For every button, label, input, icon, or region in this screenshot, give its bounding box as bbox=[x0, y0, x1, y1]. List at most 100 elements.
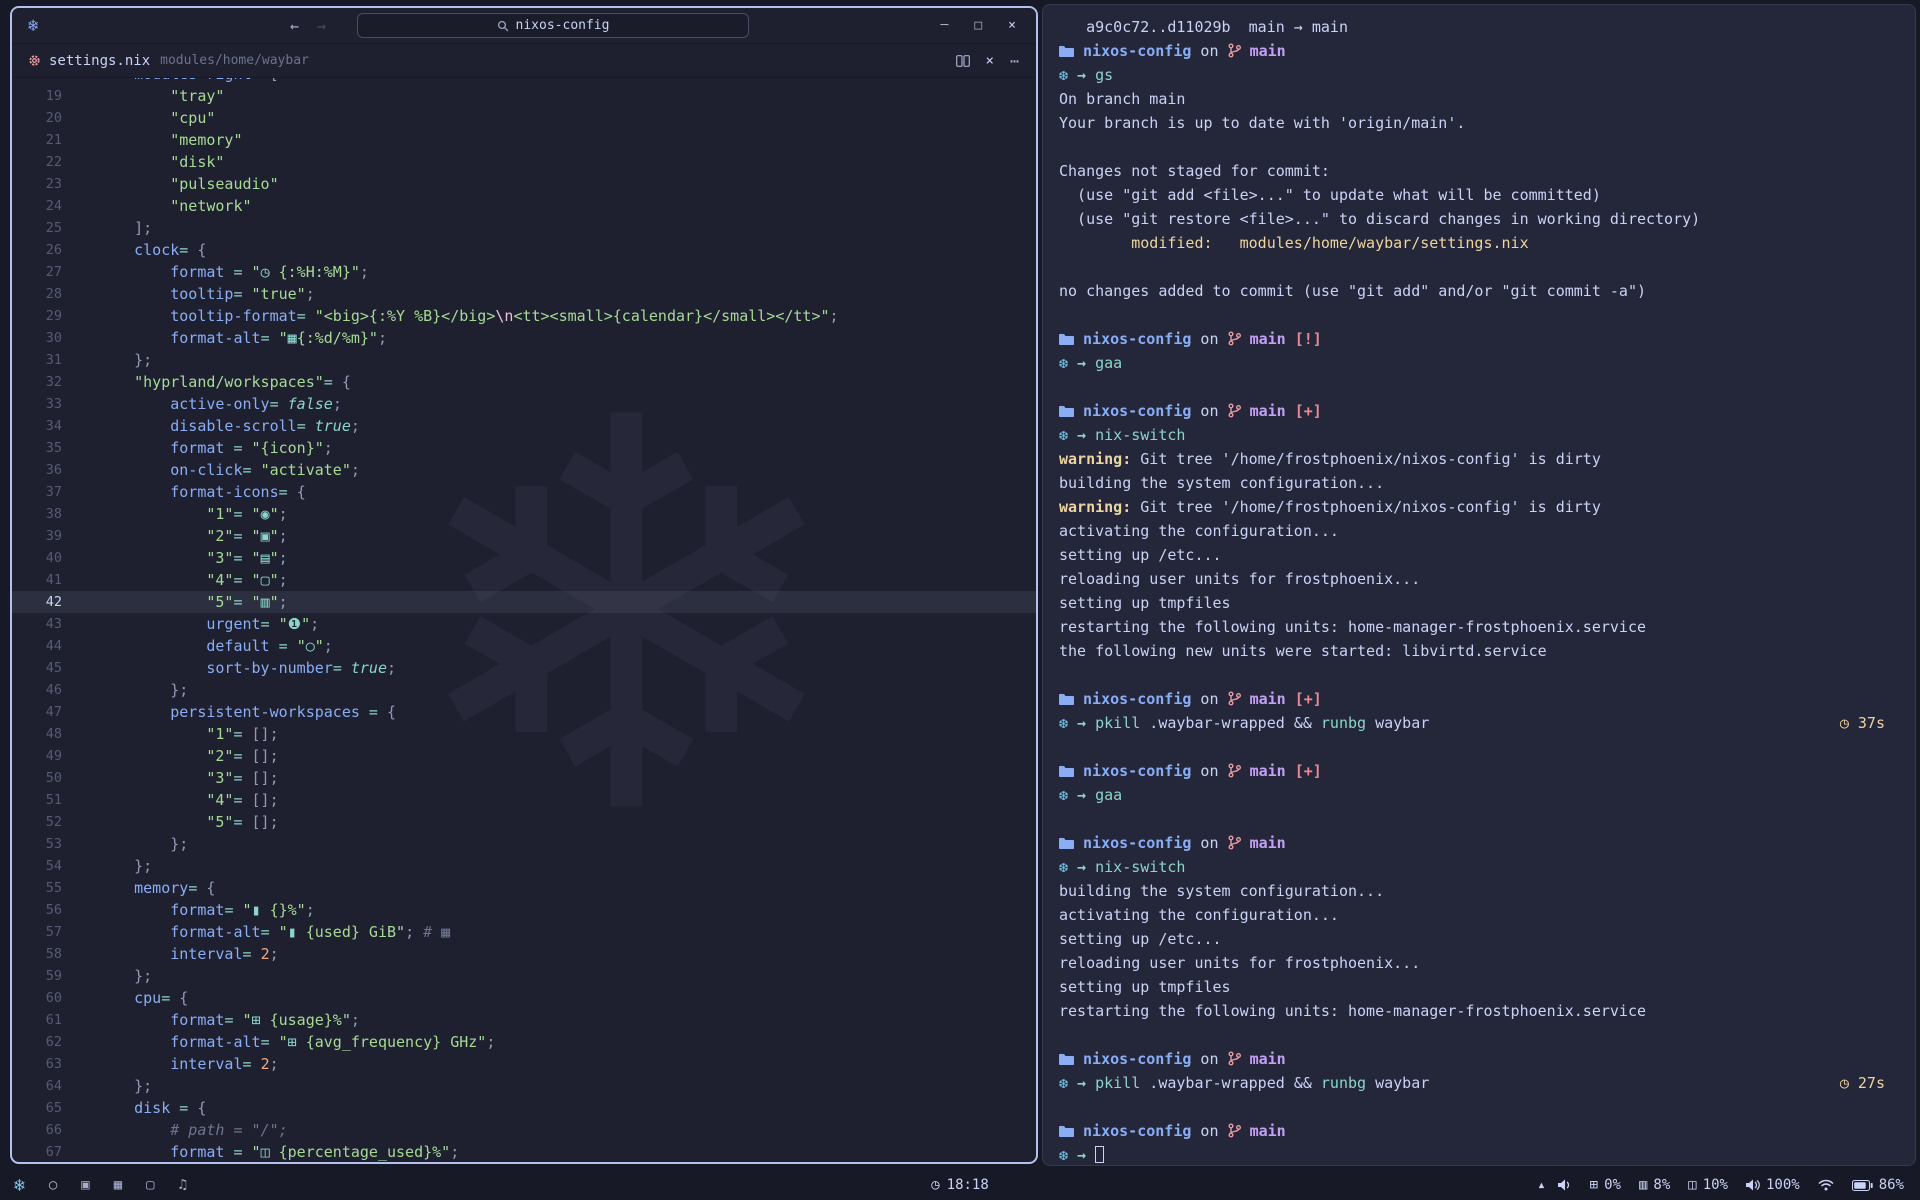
code-line[interactable]: 27 format = "◷ {:%H:%M}"; bbox=[12, 261, 1036, 283]
code-line[interactable]: 30 format-alt= "▦{:%d/%m}"; bbox=[12, 327, 1036, 349]
line-number: 40 bbox=[12, 547, 62, 569]
line-number: 29 bbox=[12, 305, 62, 327]
minimize-button[interactable]: ─ bbox=[941, 18, 949, 33]
code-line[interactable]: 56 format= "▮ {}%"; bbox=[12, 899, 1036, 921]
media-icon[interactable]: ♫ bbox=[179, 1177, 187, 1193]
code-line[interactable]: 22 "disk" bbox=[12, 151, 1036, 173]
code-line[interactable]: 18 modules-right= [ bbox=[12, 78, 1036, 85]
waybar-module-cpu[interactable]: ⊞ 0% bbox=[1590, 1177, 1621, 1193]
code-line[interactable]: 34 disable-scroll= true; bbox=[12, 415, 1036, 437]
project-search-box[interactable]: nixos-config bbox=[357, 13, 749, 38]
code-line[interactable]: 43 urgent= "❶"; bbox=[12, 613, 1036, 635]
line-number: 55 bbox=[12, 877, 62, 899]
terminal-line: setting up tmpfiles bbox=[1043, 975, 1915, 999]
code-line[interactable]: 60 cpu= { bbox=[12, 987, 1036, 1009]
code-editor[interactable]: ❄ 18 modules-right= [19 "tray"20 "cpu"21… bbox=[12, 78, 1036, 1162]
tray-volume-icon[interactable] bbox=[1558, 1179, 1572, 1191]
code-line[interactable]: 49 "2"= []; bbox=[12, 745, 1036, 767]
code-line[interactable]: 47 persistent-workspaces = { bbox=[12, 701, 1036, 723]
terminal-line: ❆ → gs bbox=[1043, 63, 1915, 87]
code-line[interactable]: 53 }; bbox=[12, 833, 1036, 855]
nav-back-button[interactable]: ← bbox=[290, 17, 299, 35]
clock-time: 18:18 bbox=[947, 1177, 989, 1193]
screenshot-icon[interactable]: ▦ bbox=[114, 1177, 122, 1193]
waybar-module-volume[interactable]: 100% bbox=[1746, 1177, 1800, 1193]
code-line[interactable]: 63 interval= 2; bbox=[12, 1053, 1036, 1075]
folder-icon bbox=[1059, 1047, 1074, 1071]
terminal-line: restarting the following units: home-man… bbox=[1043, 999, 1915, 1023]
code-line[interactable]: 61 format= "⊞ {usage}%"; bbox=[12, 1009, 1036, 1031]
code-line[interactable]: 45 sort-by-number= true; bbox=[12, 657, 1036, 679]
code-line[interactable]: 29 tooltip-format= "<big>{:%Y %B}</big>\… bbox=[12, 305, 1036, 327]
code-line[interactable]: 19 "tray" bbox=[12, 85, 1036, 107]
branch-icon bbox=[1228, 831, 1241, 855]
code-line[interactable]: 40 "3"= "▤"; bbox=[12, 547, 1036, 569]
tray-expand-icon[interactable]: ▴ bbox=[1537, 1177, 1545, 1193]
code-line[interactable]: 24 "network" bbox=[12, 195, 1036, 217]
split-pane-icon[interactable] bbox=[956, 55, 970, 67]
terminal-line: nixos-config on main bbox=[1043, 1119, 1915, 1143]
terminal-launcher-icon[interactable]: ▣ bbox=[81, 1177, 89, 1193]
code-line[interactable]: 33 active-only= false; bbox=[12, 393, 1036, 415]
waybar-module-disk[interactable]: ◫ 10% bbox=[1688, 1177, 1728, 1193]
close-window-button[interactable]: × bbox=[1008, 18, 1016, 33]
power-icon[interactable]: ○ bbox=[49, 1177, 57, 1193]
code-line[interactable]: 20 "cpu" bbox=[12, 107, 1036, 129]
code-line[interactable]: 36 on-click= "activate"; bbox=[12, 459, 1036, 481]
code-line[interactable]: 46 }; bbox=[12, 679, 1036, 701]
code-line[interactable]: 65 disk = { bbox=[12, 1097, 1036, 1119]
code-line[interactable]: 62 format-alt= "⊞ {avg_frequency} GHz"; bbox=[12, 1031, 1036, 1053]
terminal-line: Your branch is up to date with 'origin/m… bbox=[1043, 111, 1915, 135]
terminal-line bbox=[1043, 735, 1915, 759]
maximize-button[interactable]: □ bbox=[974, 18, 982, 33]
code-line[interactable]: 58 interval= 2; bbox=[12, 943, 1036, 965]
code-line[interactable]: 64 }; bbox=[12, 1075, 1036, 1097]
code-line[interactable]: 42 "5"= "▥"; bbox=[12, 591, 1036, 613]
waybar-module-memory[interactable]: ▥ 8% bbox=[1639, 1177, 1670, 1193]
code-line[interactable]: 38 "1"= "◉"; bbox=[12, 503, 1036, 525]
tab-close-icon[interactable]: × bbox=[986, 53, 994, 69]
waybar-clock-module[interactable]: ◷ 18:18 bbox=[931, 1177, 989, 1193]
code-line[interactable]: 25 ]; bbox=[12, 217, 1036, 239]
code-line[interactable]: 21 "memory" bbox=[12, 129, 1036, 151]
code-line[interactable]: 57 format-alt= "▮ {used} GiB"; # ▦ bbox=[12, 921, 1036, 943]
terminal-line: ❆ → nix-switch bbox=[1043, 855, 1915, 879]
volume-icon bbox=[1746, 1179, 1760, 1191]
code-line[interactable]: 35 format = "{icon}"; bbox=[12, 437, 1036, 459]
code-line[interactable]: 67 format = "◫ {percentage_used}%"; bbox=[12, 1141, 1036, 1162]
code-line[interactable]: 31 }; bbox=[12, 349, 1036, 371]
memory-icon: ▥ bbox=[1639, 1177, 1647, 1193]
line-number: 53 bbox=[12, 833, 62, 855]
volume-value: 100% bbox=[1766, 1177, 1800, 1193]
terminal-window[interactable]: a9c0c72..d11029b main → main nixos-confi… bbox=[1042, 4, 1916, 1166]
line-number: 51 bbox=[12, 789, 62, 811]
code-line[interactable]: 66 # path = "/"; bbox=[12, 1119, 1036, 1141]
code-line[interactable]: 59 }; bbox=[12, 965, 1036, 987]
terminal-line: restarting the following units: home-man… bbox=[1043, 615, 1915, 639]
code-line[interactable]: 55 memory= { bbox=[12, 877, 1036, 899]
code-line[interactable]: 44 default = "○"; bbox=[12, 635, 1036, 657]
waybar-module-battery[interactable]: 86% bbox=[1852, 1177, 1904, 1193]
terminal-line bbox=[1043, 663, 1915, 687]
code-line[interactable]: 51 "4"= []; bbox=[12, 789, 1036, 811]
workspaces-icon[interactable]: ▢ bbox=[146, 1177, 154, 1193]
code-line[interactable]: 23 "pulseaudio" bbox=[12, 173, 1036, 195]
tab-file-name[interactable]: settings.nix bbox=[49, 53, 150, 69]
code-line[interactable]: 50 "3"= []; bbox=[12, 767, 1036, 789]
code-line[interactable]: 48 "1"= []; bbox=[12, 723, 1036, 745]
line-number: 25 bbox=[12, 217, 62, 239]
more-menu-icon[interactable]: ⋯ bbox=[1010, 52, 1020, 70]
code-line[interactable]: 26 clock= { bbox=[12, 239, 1036, 261]
code-line[interactable]: 41 "4"= "▢"; bbox=[12, 569, 1036, 591]
code-line[interactable]: 39 "2"= "▣"; bbox=[12, 525, 1036, 547]
editor-titlebar[interactable]: ❄ ← → nixos-config ─ □ × bbox=[12, 8, 1036, 44]
line-number: 48 bbox=[12, 723, 62, 745]
code-line[interactable]: 54 }; bbox=[12, 855, 1036, 877]
waybar-module-network[interactable] bbox=[1818, 1179, 1834, 1191]
code-line[interactable]: 37 format-icons= { bbox=[12, 481, 1036, 503]
code-line[interactable]: 52 "5"= []; bbox=[12, 811, 1036, 833]
code-line[interactable]: 28 tooltip= "true"; bbox=[12, 283, 1036, 305]
system-tray[interactable]: ▴ bbox=[1537, 1177, 1571, 1193]
nixos-menu-icon[interactable]: ❄ bbox=[14, 1175, 25, 1196]
code-line[interactable]: 32 "hyprland/workspaces"= { bbox=[12, 371, 1036, 393]
